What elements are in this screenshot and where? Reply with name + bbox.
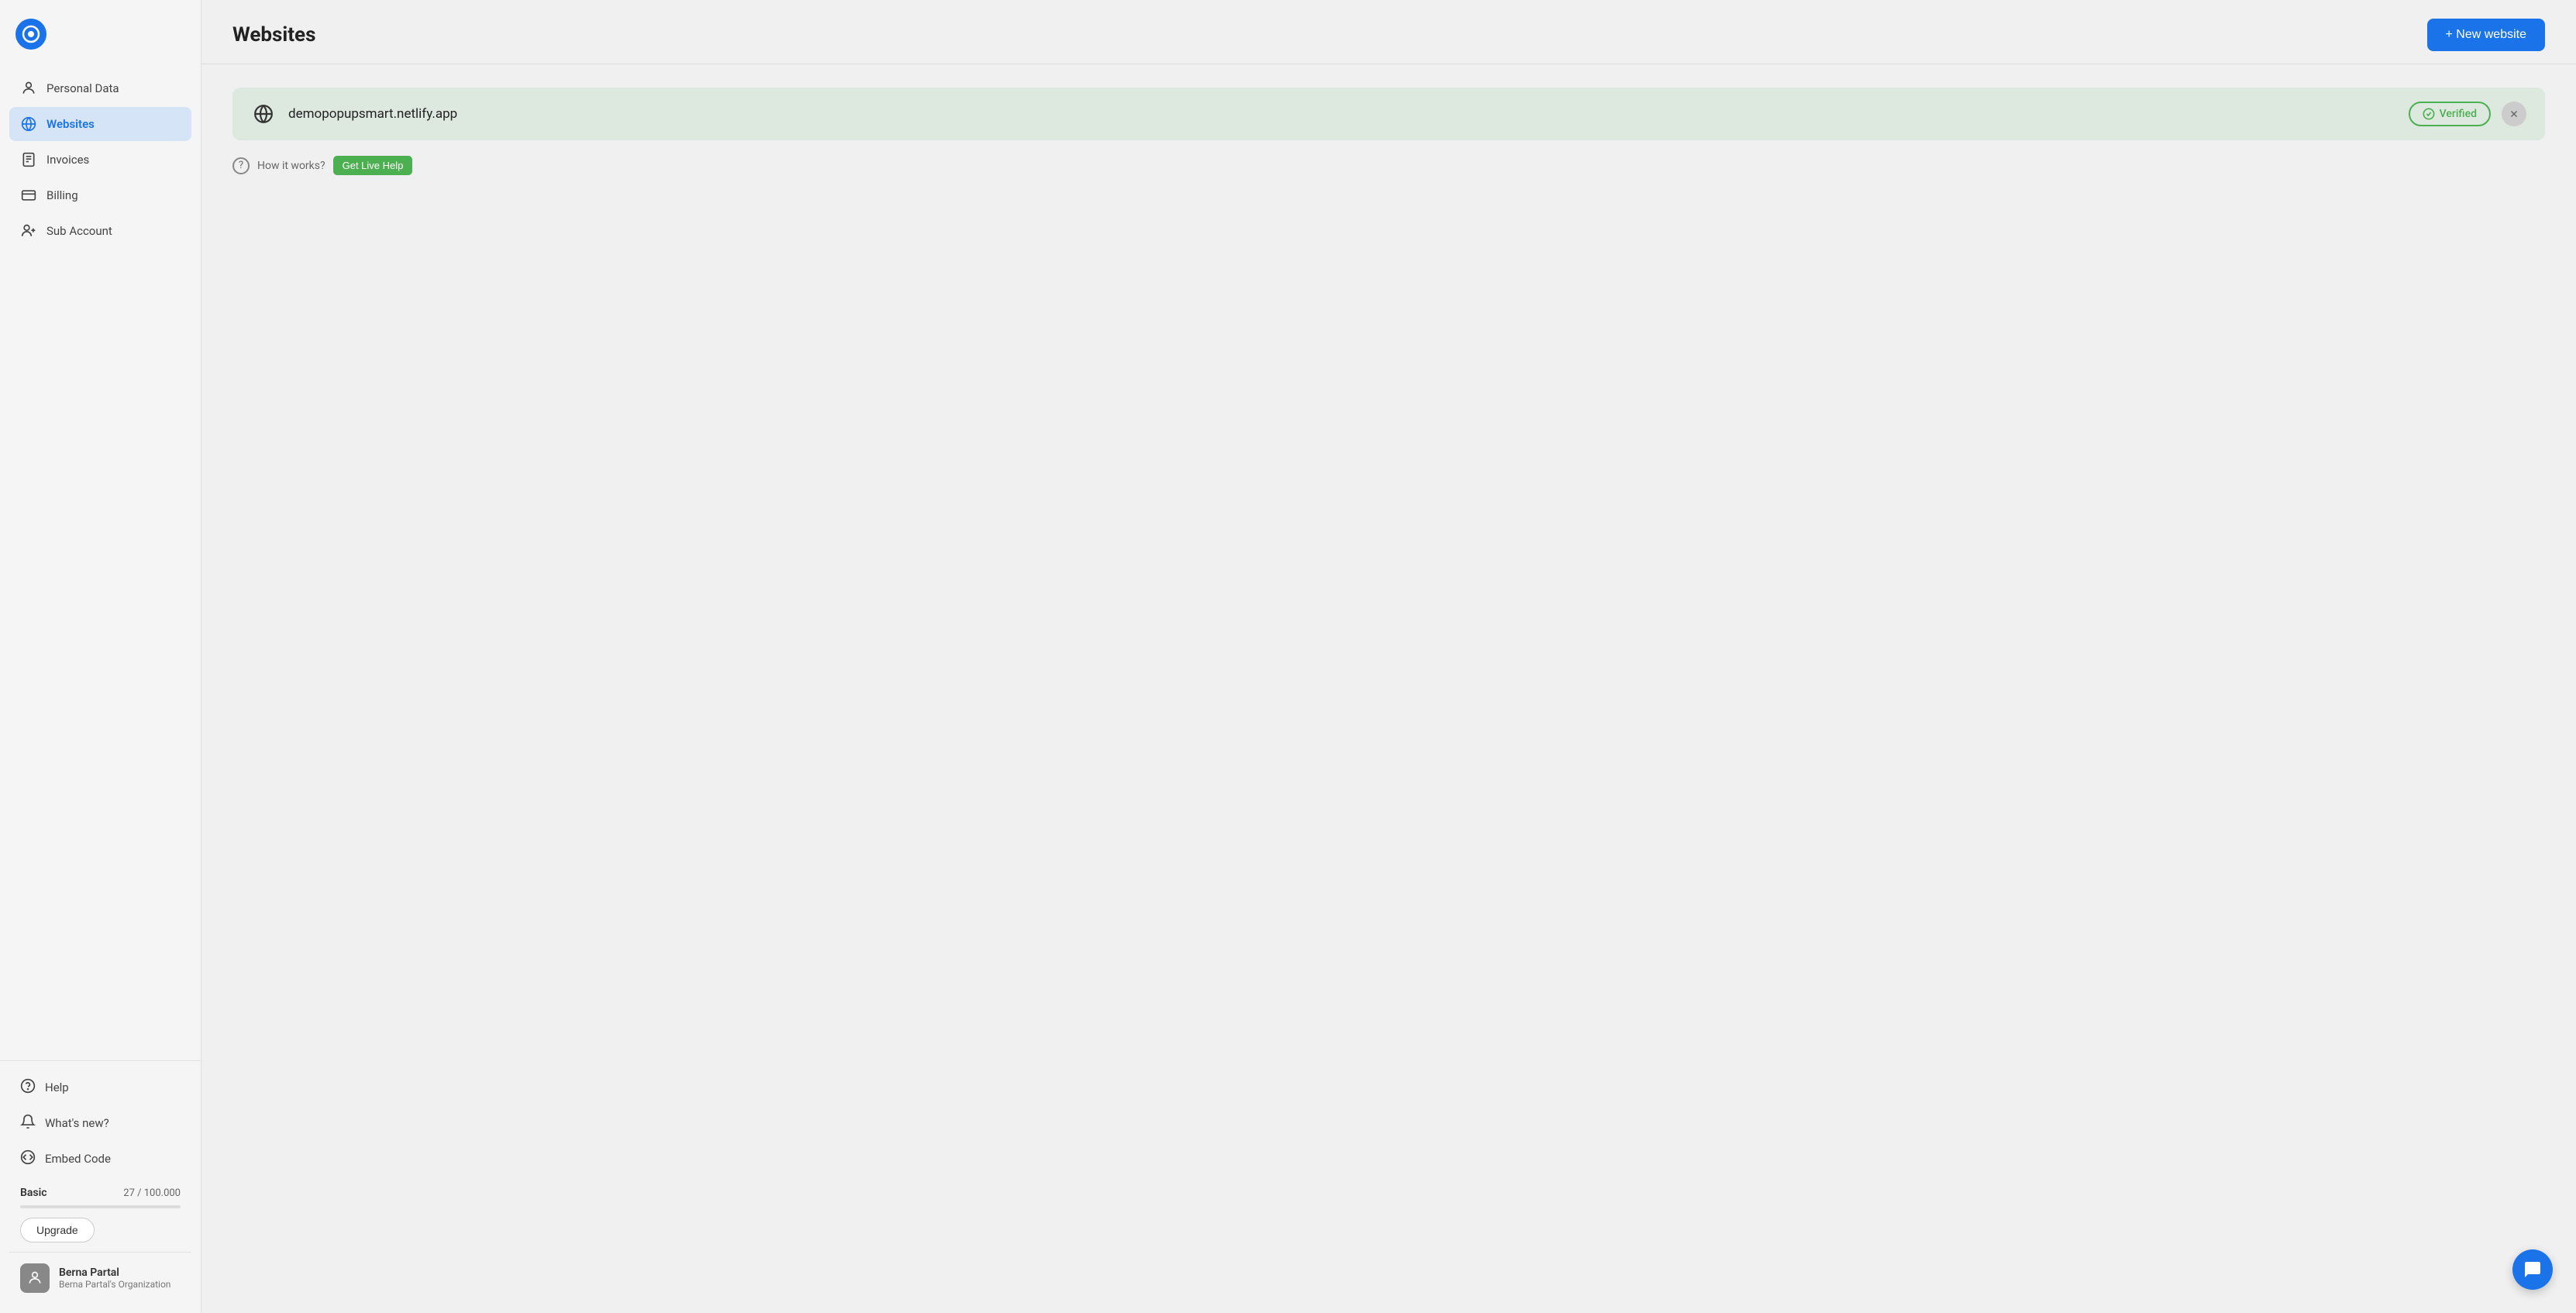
- user-org: Berna Partal's Organization: [59, 1279, 170, 1290]
- upgrade-button[interactable]: Upgrade: [20, 1218, 95, 1242]
- new-website-button[interactable]: + New website: [2427, 19, 2546, 51]
- user-info: Berna Partal Berna Partal's Organization: [59, 1266, 170, 1290]
- verified-label: Verified: [2440, 108, 2477, 120]
- website-left: demopopupsmart.netlify.app: [251, 102, 457, 126]
- sidebar-bottom: Help What's new? Embed Code: [0, 1060, 201, 1313]
- remove-website-button[interactable]: [2502, 102, 2526, 126]
- sidebar-item-whats-new[interactable]: What's new?: [9, 1106, 191, 1140]
- person-icon: [20, 80, 37, 97]
- invoice-icon: [20, 151, 37, 168]
- question-icon: ?: [232, 157, 250, 174]
- page-title: Websites: [232, 23, 315, 47]
- sidebar-item-websites[interactable]: Websites: [9, 107, 191, 141]
- credit-card-icon: [20, 187, 37, 204]
- how-it-works-section: ? How it works? Get Live Help: [232, 156, 2545, 175]
- app-logo: [15, 19, 46, 50]
- sidebar-item-invoices[interactable]: Invoices: [9, 143, 191, 177]
- sidebar-item-embed-code[interactable]: Embed Code: [9, 1142, 191, 1176]
- user-section[interactable]: Berna Partal Berna Partal's Organization: [9, 1252, 191, 1304]
- website-entry: demopopupsmart.netlify.app Verified: [232, 88, 2545, 140]
- person-add-icon: [20, 222, 37, 240]
- page-header: Websites + New website: [201, 0, 2576, 64]
- website-right: Verified: [2409, 102, 2526, 126]
- sidebar-item-label: Websites: [46, 117, 95, 131]
- logo-area: [0, 0, 201, 65]
- sidebar-item-label: Personal Data: [46, 81, 119, 95]
- plan-progress-bar: [20, 1205, 181, 1208]
- avatar: [20, 1263, 50, 1293]
- plan-name: Basic: [20, 1187, 47, 1199]
- main-body: demopopupsmart.netlify.app Verified: [201, 64, 2576, 1313]
- globe-icon: [20, 115, 37, 133]
- website-globe-icon: [251, 102, 276, 126]
- sidebar-item-label: What's new?: [45, 1116, 109, 1130]
- sidebar-item-sub-account[interactable]: Sub Account: [9, 214, 191, 248]
- help-icon: [20, 1078, 36, 1097]
- bell-icon: [20, 1114, 36, 1132]
- main-content: Websites + New website demopopupsmart.ne…: [201, 0, 2576, 1313]
- verified-badge: Verified: [2409, 102, 2491, 126]
- chat-button[interactable]: [2512, 1249, 2553, 1290]
- sidebar-item-billing[interactable]: Billing: [9, 178, 191, 212]
- user-name: Berna Partal: [59, 1266, 170, 1279]
- how-it-works-text: How it works?: [257, 160, 325, 172]
- sidebar-item-label: Help: [45, 1080, 69, 1094]
- plan-header: Basic 27 / 100.000: [20, 1187, 181, 1199]
- get-live-help-button[interactable]: Get Live Help: [333, 156, 413, 175]
- sidebar-item-label: Invoices: [46, 153, 89, 167]
- sidebar-item-label: Sub Account: [46, 224, 112, 238]
- sidebar-item-label: Embed Code: [45, 1152, 111, 1166]
- sidebar-item-help[interactable]: Help: [9, 1070, 191, 1105]
- sidebar-item-personal-data[interactable]: Personal Data: [9, 71, 191, 105]
- plan-section: Basic 27 / 100.000 Upgrade: [9, 1177, 191, 1252]
- plan-usage: 27 / 100.000: [123, 1187, 181, 1199]
- main-nav: Personal Data Websites Invoices: [0, 65, 201, 1060]
- website-url: demopopupsmart.netlify.app: [288, 106, 457, 122]
- code-icon: [20, 1149, 36, 1168]
- sidebar: Personal Data Websites Invoices: [0, 0, 201, 1313]
- sidebar-item-label: Billing: [46, 188, 78, 202]
